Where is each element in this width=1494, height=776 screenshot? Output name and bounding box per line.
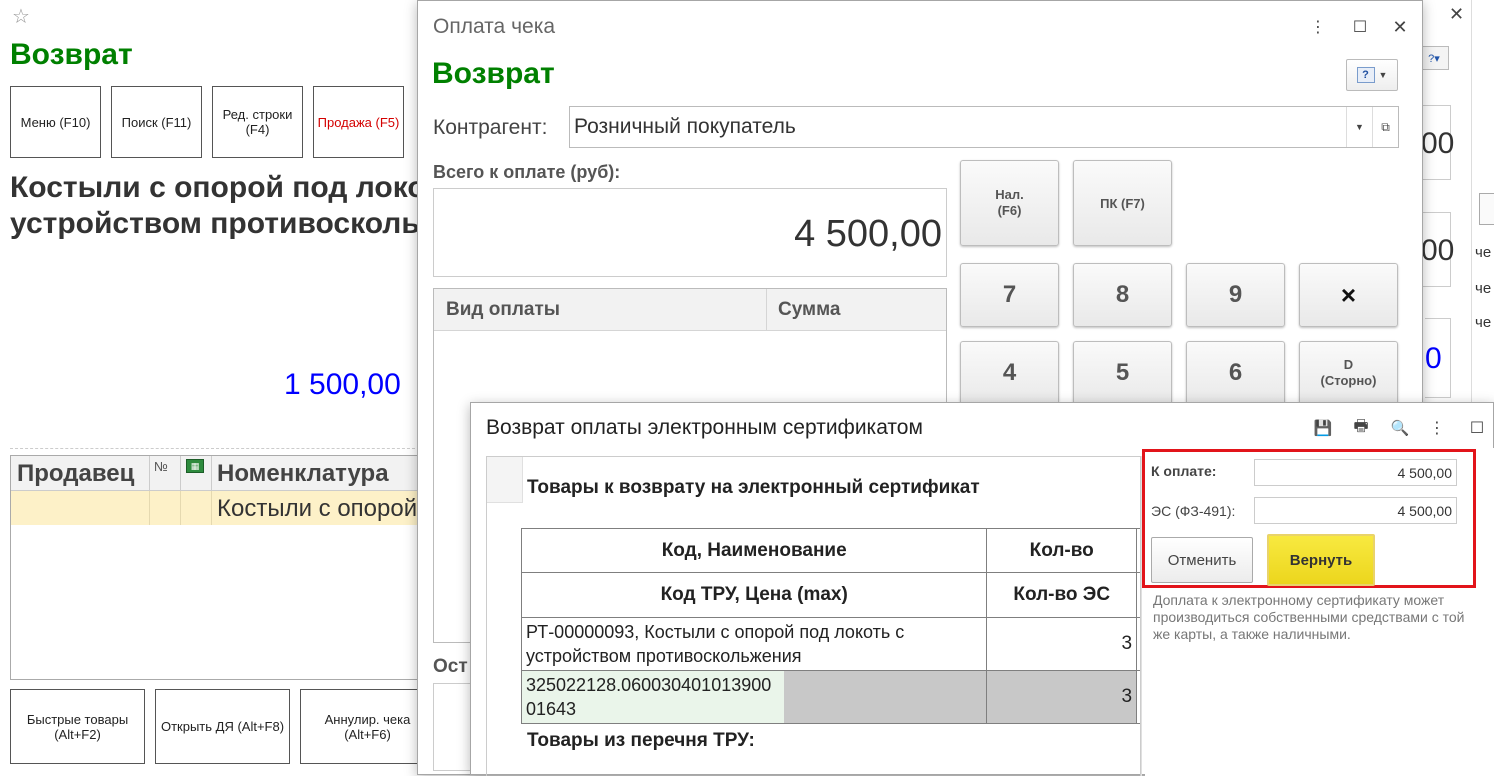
help-icon: ? [1356, 67, 1375, 83]
maximize-icon[interactable]: ☐ [1350, 15, 1370, 39]
kontragent-label: Контрагент: [433, 116, 548, 139]
more-icon[interactable]: ⋮ [1308, 15, 1328, 39]
menu-button[interactable]: Меню (F10) [10, 86, 101, 158]
certificate-window: Возврат оплаты электронным сертификатом … [470, 402, 1494, 776]
section-title: Товары к возврату на электронный сертифи… [527, 477, 980, 498]
key-4[interactable]: 4 [960, 341, 1059, 405]
header-seller[interactable]: Продавец [17, 460, 134, 488]
certificate-window-title: Возврат оплаты электронным сертификатом [486, 416, 923, 439]
right-row-1: че [1475, 244, 1492, 261]
star-icon[interactable]: ☆ [12, 4, 30, 29]
total-value: 4 500,00 [794, 213, 942, 255]
kontragent-value: Розничный покупатель [574, 115, 796, 138]
remainder-label: Ост [433, 656, 468, 677]
total-field: 4 500,00 [433, 188, 947, 277]
right-amount-3: 0 [1425, 318, 1451, 398]
col-code-name: Код, Наименование [520, 528, 988, 573]
key-8[interactable]: 8 [1073, 263, 1172, 327]
divider [10, 448, 420, 449]
table-row[interactable]: 325022128.06003040101390001643 3 [520, 670, 1140, 724]
help-icon[interactable]: ?▾ [1419, 46, 1449, 70]
right-row-2: че [1475, 280, 1492, 297]
document-area: Товары к возврату на электронный сертифи… [486, 456, 1141, 776]
es-field[interactable]: 4 500,00 [1254, 497, 1457, 524]
grid-header: Вид оплаты Сумма [434, 289, 946, 331]
right-amount-1: 00 [1421, 105, 1454, 180]
bg-table-row[interactable]: Костыли с опорой под локоть с устройство… [11, 491, 431, 525]
edit-row-button[interactable]: Ред. строки (F4) [212, 86, 303, 158]
key-9[interactable]: 9 [1186, 263, 1285, 327]
es-label: ЭС (ФЗ-491): [1151, 503, 1236, 519]
header-payment-type[interactable]: Вид оплаты [446, 299, 560, 321]
save-icon[interactable]: 💾 [1312, 417, 1334, 439]
multiply-key[interactable]: × [1299, 263, 1398, 327]
print-icon[interactable]: 🖶 [1350, 417, 1372, 439]
annul-check-button[interactable]: Аннулир. чека (Alt+F6) [300, 689, 435, 764]
header-sum[interactable]: Сумма [778, 299, 840, 321]
excel-icon: ▦ [186, 459, 204, 473]
cancel-button[interactable]: Отменить [1151, 537, 1253, 583]
row-name: РТ-00000093, Костыли с опорой под локоть… [520, 617, 988, 671]
col-qty: Кол-во [986, 528, 1138, 573]
side-panel: К оплате: 4 500,00 ЭС (ФЗ-491): 4 500,00… [1142, 448, 1494, 776]
row-qty: 3 [986, 617, 1138, 671]
bg-table-header: Продавец № ▦ Номенклатура [11, 456, 431, 491]
bg-title: Возврат [10, 38, 133, 71]
maximize-icon[interactable]: ☐ [1467, 417, 1487, 439]
row-item-name: Костыли с опорой под локоть с устройство… [217, 495, 427, 522]
quick-goods-button[interactable]: Быстрые товары (Alt+F2) [10, 689, 145, 764]
header-nomenclature[interactable]: Номенклатура [217, 460, 389, 488]
es-value: 4 500,00 [1397, 503, 1453, 519]
summary-box: К оплате: 4 500,00 ЭС (ФЗ-491): 4 500,00… [1142, 449, 1476, 588]
k-oplate-label: К оплате: [1151, 463, 1217, 479]
key-5[interactable]: 5 [1073, 341, 1172, 405]
close-icon[interactable]: ✕ [1449, 4, 1464, 25]
right-button[interactable] [1479, 193, 1494, 225]
storno-key[interactable]: D (Сторно) [1299, 341, 1398, 405]
header-number[interactable]: № [154, 459, 168, 474]
goods-table: Код, Наименование Кол-во Код ТРУ, Цена (… [520, 528, 1140, 724]
key-7[interactable]: 7 [960, 263, 1059, 327]
right-amount-2: 00 [1421, 212, 1454, 287]
cash-button[interactable]: Нал. (F6) [960, 160, 1059, 246]
col-qty-es: Кол-во ЭС [986, 572, 1138, 618]
help-dropdown-button[interactable]: ? ▼ [1346, 59, 1398, 91]
k-oplate-field: 4 500,00 [1254, 459, 1457, 486]
total-label: Всего к оплате (руб): [433, 162, 621, 182]
open-dya-button[interactable]: Открыть ДЯ (Alt+F8) [155, 689, 290, 764]
more-icon[interactable]: ⋮ [1429, 417, 1445, 439]
card-button[interactable]: ПК (F7) [1073, 160, 1172, 246]
search-button[interactable]: Поиск (F11) [111, 86, 202, 158]
close-icon[interactable]: ✕ [1390, 15, 1410, 39]
payment-window-title: Оплата чека [433, 15, 556, 38]
row-tru-code: 325022128.06003040101390001643 [522, 671, 784, 723]
row-qty-es[interactable]: 3 [986, 670, 1138, 724]
key-6[interactable]: 6 [1186, 341, 1285, 405]
k-oplate-value: 4 500,00 [1397, 465, 1453, 481]
preview-icon[interactable]: 🔍 [1389, 417, 1411, 439]
chevron-down-icon: ▼ [1378, 70, 1388, 80]
right-row-3: че [1475, 314, 1492, 331]
table-row[interactable]: РТ-00000093, Костыли с опорой под локоть… [520, 617, 1140, 671]
section2-title: Товары из перечня ТРУ: [527, 730, 755, 751]
open-icon[interactable]: ⧉ [1372, 107, 1398, 147]
col-tru-price: Код ТРУ, Цена (max) [520, 572, 988, 618]
sale-button[interactable]: Продажа (F5) [313, 86, 404, 158]
payment-title: Возврат [432, 57, 555, 90]
bg-amount: 1 500,00 [284, 368, 401, 401]
return-button[interactable]: Вернуть [1267, 534, 1375, 586]
bg-table: Продавец № ▦ Номенклатура Костыли с опор… [10, 455, 431, 680]
note-text: Доплата к электронному сертификату может… [1153, 592, 1465, 642]
dropdown-arrow-icon[interactable]: ▼ [1346, 107, 1372, 147]
kontragent-input[interactable]: Розничный покупатель ▼ ⧉ [569, 106, 1399, 148]
